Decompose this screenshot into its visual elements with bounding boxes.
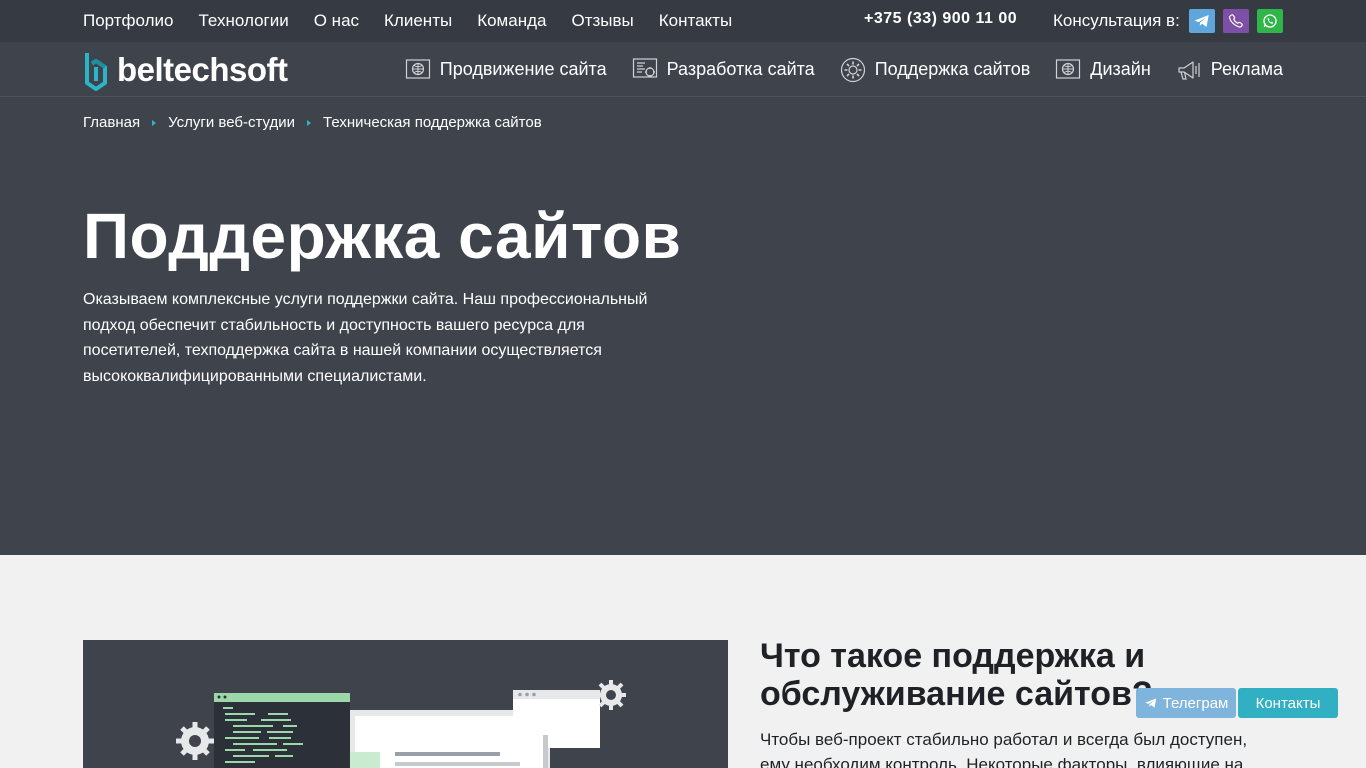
nav-item-design[interactable]: Дизайн (1055, 57, 1151, 83)
top-nav-team[interactable]: Команда (477, 11, 546, 31)
gear-circle-icon (840, 57, 865, 82)
nav-item-label: Поддержка сайтов (874, 59, 1031, 79)
phone-number-link[interactable]: +375 (33) 900 11 00 (864, 10, 1017, 28)
dev-monitor-icon (632, 57, 657, 78)
hero-description: Оказываем комплексные услуги поддержки с… (83, 291, 648, 386)
nav-item-seo[interactable]: Продвижение сайта (405, 57, 607, 83)
nav-item-label: Реклама (1210, 59, 1283, 79)
breadcrumb-home[interactable]: Главная (83, 114, 140, 131)
nav-item-development[interactable]: Разработка сайта (632, 57, 815, 83)
breadcrumb-services[interactable]: Услуги веб-студии (168, 114, 295, 131)
top-nav-contacts[interactable]: Контакты (659, 11, 732, 31)
telegram-icon[interactable] (1189, 9, 1215, 33)
globe-monitor-icon (1056, 58, 1081, 79)
telegram-icon (1144, 698, 1156, 708)
floating-contacts-button[interactable]: Контакты (1238, 688, 1338, 718)
globe-monitor-icon (405, 58, 430, 79)
breadcrumb-separator-icon (307, 119, 312, 126)
page-title: Поддержка сайтов (83, 200, 682, 272)
floating-telegram-label: Телеграм (1162, 694, 1229, 712)
top-nav: Портфолио Технологии О нас Клиенты Коман… (83, 0, 757, 42)
breadcrumb-current: Техническая поддержка сайтов (323, 114, 542, 131)
nav-item-label: Разработка сайта (666, 59, 815, 79)
top-nav-technologies[interactable]: Технологии (198, 11, 288, 31)
consultation-label: Консультация в: (1053, 11, 1180, 30)
main-header: beltechsoft Продвижение сайта Разработка… (0, 42, 1366, 97)
top-nav-reviews[interactable]: Отзывы (571, 11, 633, 31)
whatsapp-icon[interactable] (1257, 9, 1283, 33)
top-bar: Портфолио Технологии О нас Клиенты Коман… (0, 0, 1366, 42)
breadcrumb: Главная Услуги веб-студии Техническая по… (83, 114, 542, 131)
breadcrumb-separator-icon (152, 119, 157, 126)
support-illustration (83, 640, 728, 768)
nav-item-support[interactable]: Поддержка сайтов (840, 57, 1031, 83)
nav-item-label: Продвижение сайта (439, 59, 607, 79)
viber-icon[interactable] (1223, 9, 1249, 33)
top-nav-clients[interactable]: Клиенты (384, 11, 452, 31)
logo-mark-icon (85, 53, 107, 91)
top-nav-about[interactable]: О нас (314, 11, 359, 31)
hero-section: Главная Услуги веб-студии Техническая по… (0, 97, 1366, 555)
logo[interactable]: beltechsoft (83, 48, 288, 92)
nav-item-ads[interactable]: Реклама (1176, 57, 1283, 83)
megaphone-icon (1178, 60, 1200, 80)
top-nav-portfolio[interactable]: Портфолио (83, 11, 173, 31)
floating-telegram-button[interactable]: Телеграм (1136, 688, 1236, 718)
nav-item-label: Дизайн (1090, 59, 1151, 79)
section-text: Чтобы веб-проект стабильно работал и все… (760, 730, 1248, 768)
logo-text: beltechsoft (117, 51, 288, 88)
main-nav: Продвижение сайта Разработка сайта Подде… (380, 42, 1283, 97)
